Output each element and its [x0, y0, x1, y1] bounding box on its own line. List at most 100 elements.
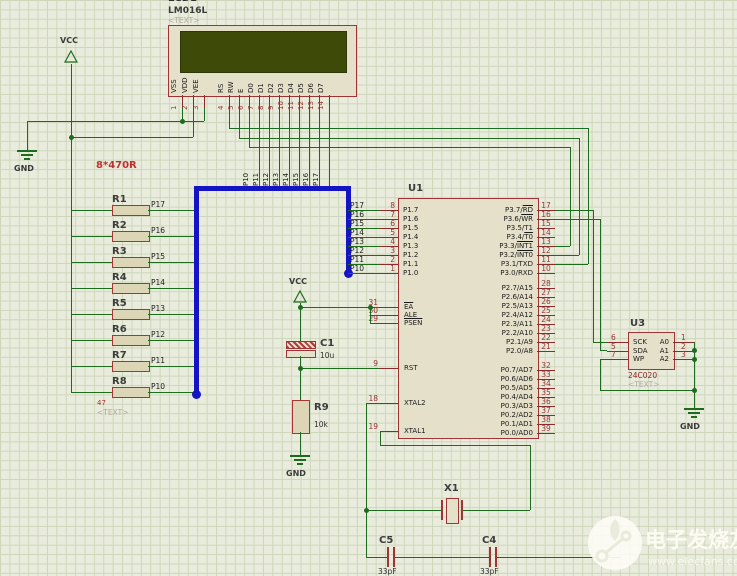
net-label: P17 — [312, 173, 320, 186]
net-label: P12 — [151, 330, 165, 339]
resistor-body[interactable] — [112, 205, 150, 216]
r9-ref: R9 — [314, 402, 329, 413]
capacitor-plate[interactable] — [387, 547, 389, 567]
pin-name: P1.5 — [403, 224, 418, 232]
wire — [366, 403, 380, 404]
resistor-body[interactable] — [112, 309, 150, 320]
pin-name: XTAL2 — [404, 399, 426, 407]
junction-dot — [180, 119, 185, 124]
resistor-body[interactable] — [112, 335, 150, 346]
wire — [370, 315, 380, 316]
pin-number: 4 — [381, 237, 395, 246]
bus-wire[interactable] — [194, 186, 199, 394]
wire — [370, 323, 380, 324]
wire — [148, 210, 196, 211]
pin-name: P3.1/TXD — [451, 260, 533, 268]
wire — [71, 366, 112, 367]
pin-name: A0 — [631, 338, 669, 346]
resistor-ref: R2 — [112, 220, 127, 231]
pin-stub — [380, 307, 398, 308]
wire — [555, 264, 588, 265]
pin-name: P0.0/AD0 — [451, 429, 533, 437]
pin-name: D7 — [317, 83, 325, 93]
net-label: P16 — [302, 173, 310, 186]
pin-name: D6 — [307, 83, 315, 93]
wire — [600, 350, 607, 351]
pin-name: P3.7/RD — [451, 206, 533, 214]
watermark-url: www.elecfans.com — [648, 555, 737, 568]
pin-name: P1.7 — [403, 206, 418, 214]
capacitor-plate[interactable] — [489, 547, 491, 567]
pin-stub — [380, 431, 398, 432]
pin-number: 24 — [539, 315, 553, 324]
pin-name: P3.4/T0 — [451, 233, 533, 241]
wire — [348, 273, 380, 274]
pin-number: 28 — [539, 279, 553, 288]
net-label: P16 — [151, 226, 165, 235]
resistor-body[interactable] — [112, 231, 150, 242]
pin-name: P1.4 — [403, 233, 418, 241]
gnd-icon — [17, 150, 37, 152]
watermark-node-icon — [597, 551, 607, 561]
wire — [600, 219, 601, 350]
pin-name: P3.3/INT1 — [451, 242, 533, 250]
crystal-body[interactable] — [446, 498, 459, 524]
wire — [148, 392, 196, 393]
pin-name: P2.1/A9 — [451, 338, 533, 346]
wire — [329, 108, 330, 188]
junction-dot — [298, 305, 303, 310]
resistor-ref: R8 — [112, 376, 127, 387]
gnd-icon — [294, 459, 306, 461]
watermark-brand: 电子发烧友 — [645, 528, 737, 552]
resistor-ref: R4 — [112, 272, 127, 283]
lcd-text-placeholder: <TEXT> — [168, 16, 199, 25]
resistor-body[interactable] — [112, 387, 150, 398]
wire — [588, 128, 589, 264]
wire — [395, 557, 489, 558]
gnd-icon — [24, 158, 30, 160]
wire — [600, 359, 601, 390]
pin-number: 16 — [539, 210, 553, 219]
bus-wire[interactable] — [196, 186, 348, 191]
wire — [579, 138, 580, 255]
wire — [300, 356, 301, 400]
pin-number: 10 — [539, 264, 553, 273]
r9-body[interactable] — [292, 400, 310, 434]
net-label: P13 — [151, 304, 165, 313]
pin-stub — [204, 95, 205, 108]
pin-stub — [607, 359, 628, 360]
pin-stub — [380, 368, 398, 369]
pin-number: 32 — [539, 361, 553, 370]
pin-name: P2.5/A13 — [451, 302, 533, 310]
capacitor-plate[interactable] — [286, 350, 316, 358]
junction-dot — [298, 366, 303, 371]
junction-dot — [364, 508, 369, 513]
resistor-body[interactable] — [112, 361, 150, 372]
pin-name: D1 — [257, 83, 265, 93]
pin-number: 3 — [381, 246, 395, 255]
wire — [204, 108, 205, 121]
pin-number: 15 — [539, 219, 553, 228]
resistor-body[interactable] — [112, 257, 150, 268]
net-label: P17 — [151, 200, 165, 209]
pin-name: D3 — [277, 83, 285, 93]
gnd-icon — [691, 416, 697, 418]
capacitor-plate-polarized[interactable] — [286, 341, 316, 349]
pin-name: VDD — [181, 77, 189, 93]
resistor-ref: R1 — [112, 194, 127, 205]
resistor-ref: R5 — [112, 298, 127, 309]
pin-stub — [380, 315, 398, 316]
c4-value: 33pF — [480, 567, 499, 576]
junction-dot — [69, 135, 74, 140]
vcc-label: VCC — [289, 277, 307, 286]
pin-name: ALE — [404, 311, 417, 319]
wire — [229, 128, 588, 129]
pin-name: XTAL1 — [404, 427, 426, 435]
wire — [530, 445, 531, 510]
wire — [71, 340, 112, 341]
wire — [463, 510, 530, 511]
vcc-arrow-icon — [293, 290, 307, 303]
pin-name: A2 — [631, 355, 669, 363]
resistor-body[interactable] — [112, 283, 150, 294]
pin-name: P3.5/T1 — [451, 224, 533, 232]
